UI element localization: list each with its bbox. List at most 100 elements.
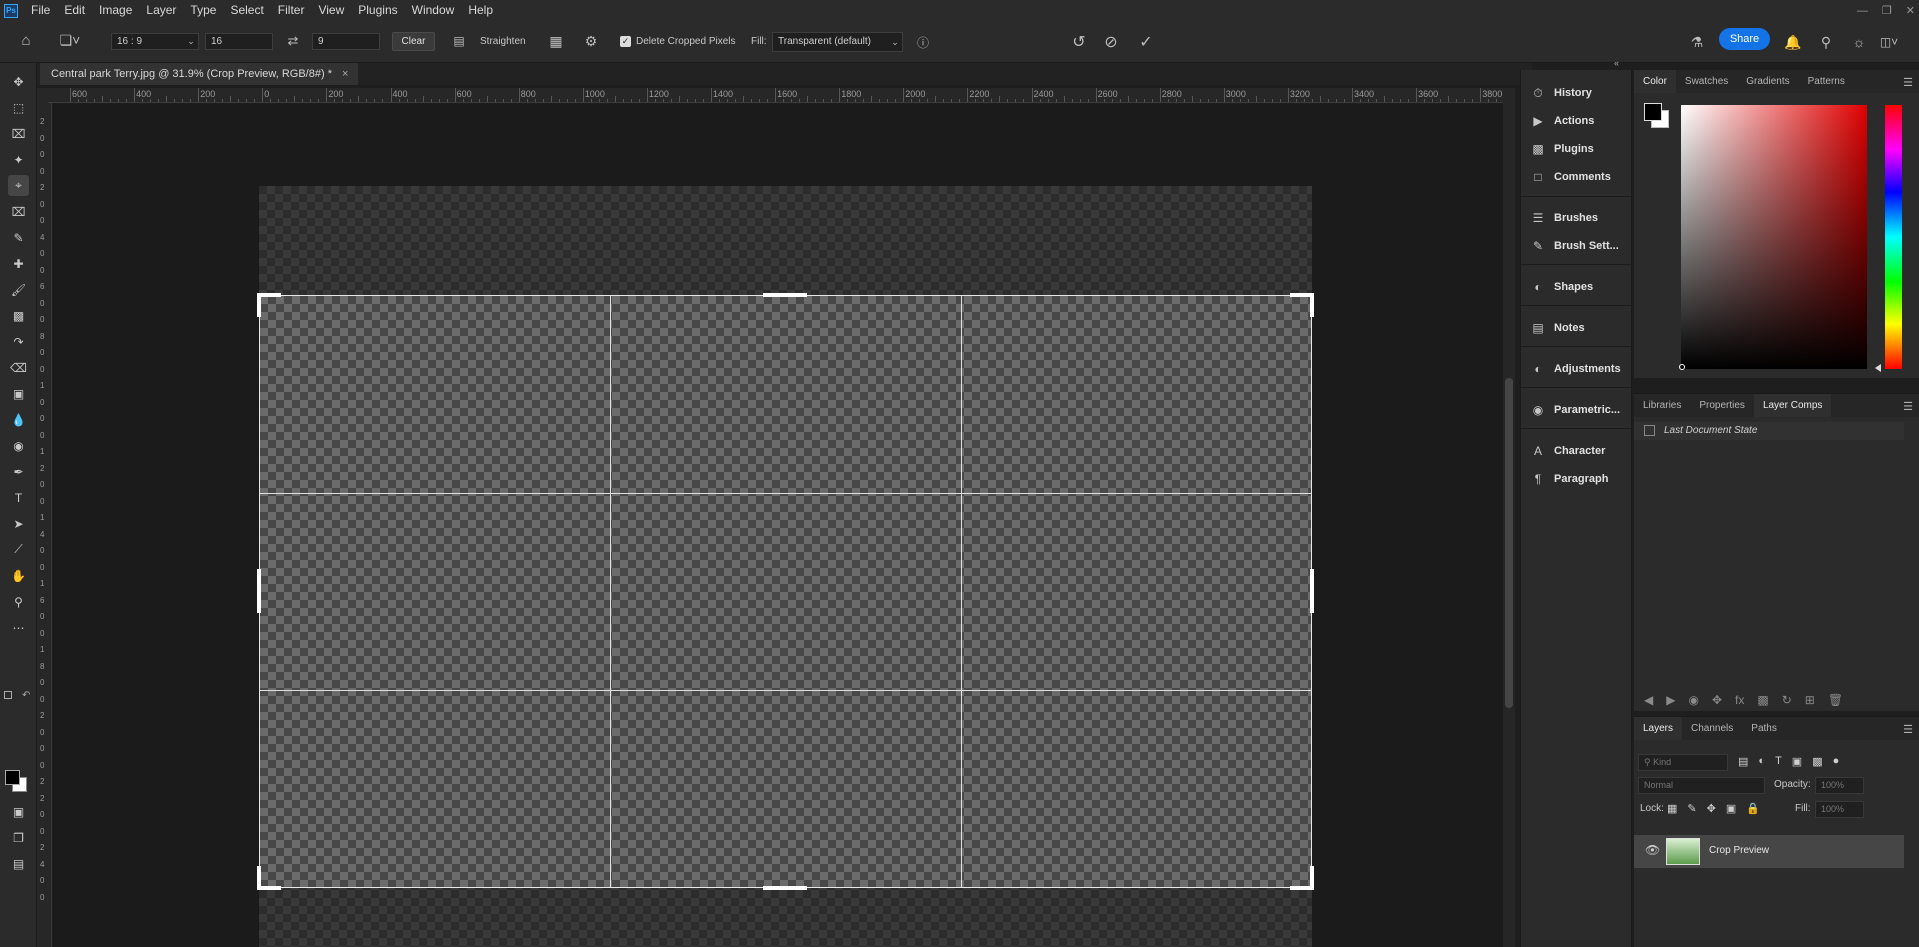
filter-toggle-icon[interactable]: ● — [1833, 755, 1840, 768]
close-window-icon[interactable]: ✕ — [1906, 4, 1915, 17]
dock-adjustments[interactable]: ◐ Adjustments — [1521, 357, 1631, 381]
path-selection-tool-icon[interactable]: ➤ — [8, 513, 29, 534]
crop-handle-left[interactable] — [257, 569, 261, 613]
pixel-filter-icon[interactable]: ▤ — [1738, 755, 1748, 768]
restore-icon[interactable]: ❐ — [1882, 4, 1892, 17]
tab-swatches[interactable]: Swatches — [1676, 70, 1737, 93]
adjustment-filter-icon[interactable]: ◐ — [1758, 755, 1765, 768]
discover-lightbulb-icon[interactable]: ☼ — [1848, 31, 1870, 53]
scrollbar-thumb[interactable] — [1505, 378, 1513, 708]
edit-toolbar-icon[interactable]: ▤ — [8, 853, 29, 874]
swap-colors-icon[interactable]: ↶ — [22, 690, 30, 701]
dock-paragraph[interactable]: ¶ Paragraph — [1521, 467, 1631, 491]
crop-handle-bottom-right[interactable] — [1310, 866, 1314, 890]
tab-color[interactable]: Color — [1634, 70, 1676, 93]
previous-comp-icon[interactable]: ◀ — [1644, 693, 1653, 707]
shape-filter-icon[interactable]: ▣ — [1792, 755, 1802, 768]
blend-mode-select[interactable]: Normal — [1638, 777, 1765, 794]
straighten-label[interactable]: Straighten — [480, 36, 526, 47]
menu-plugins[interactable]: Plugins — [351, 0, 404, 21]
brush-tool-icon[interactable]: 🖌 — [8, 279, 29, 300]
crop-tool-preset-icon[interactable]: ❏˅ — [58, 30, 82, 50]
commit-crop-icon[interactable]: ✓ — [1135, 31, 1157, 53]
pen-tool-icon[interactable]: ✒ — [8, 461, 29, 482]
crop-width-input[interactable] — [205, 33, 273, 50]
color-picker-cursor[interactable] — [1679, 364, 1685, 370]
collapse-panels-icon[interactable]: « — [1614, 58, 1619, 68]
dock-shapes[interactable]: ◐ Shapes — [1521, 275, 1631, 299]
dock-notes[interactable]: ▤ Notes — [1521, 316, 1631, 340]
dock-comments[interactable]: □ Comments — [1521, 165, 1631, 189]
layer-kind-filter[interactable]: ⚲ Kind — [1638, 754, 1728, 771]
magic-wand-tool-icon[interactable]: ✦ — [8, 149, 29, 170]
menu-filter[interactable]: Filter — [271, 0, 312, 21]
hue-slider-marker[interactable] — [1875, 364, 1881, 372]
delete-comp-icon[interactable]: 🗑 — [1828, 693, 1843, 707]
menu-select[interactable]: Select — [223, 0, 270, 21]
menu-edit[interactable]: Edit — [57, 0, 92, 21]
reset-crop-icon[interactable]: ↺ — [1068, 31, 1090, 53]
eyedropper-tool-icon[interactable]: ✎ — [8, 227, 29, 248]
menu-help[interactable]: Help — [461, 0, 500, 21]
crop-handle-top-left[interactable] — [257, 293, 261, 317]
new-comp-icon[interactable]: ⊞ — [1805, 693, 1815, 707]
gradient-tool-icon[interactable]: ▣ — [8, 383, 29, 404]
dock-brush-settings[interactable]: ✎ Brush Sett... — [1521, 234, 1631, 258]
home-icon[interactable]: ⌂ — [16, 30, 36, 50]
layer-name[interactable]: Crop Preview — [1709, 845, 1769, 856]
foreground-color-swatch[interactable] — [1644, 103, 1662, 121]
fill-select[interactable]: Transparent (default) — [772, 32, 903, 52]
dock-history[interactable]: ⏱ History — [1521, 81, 1631, 105]
clear-button[interactable]: Clear — [392, 32, 435, 51]
clone-stamp-tool-icon[interactable]: ▩ — [8, 305, 29, 326]
smart-filter-icon[interactable]: ▩ — [1812, 755, 1822, 768]
menu-layer[interactable]: Layer — [139, 0, 183, 21]
panel-menu-icon[interactable]: ☰ — [1903, 76, 1913, 89]
lock-artboard-icon[interactable]: ▣ — [1726, 802, 1736, 815]
lock-position-icon[interactable]: ✥ — [1707, 802, 1716, 815]
lock-all-icon[interactable]: 🔒 — [1746, 802, 1760, 815]
foreground-color-swatch[interactable] — [5, 770, 20, 785]
zoom-tool-icon[interactable]: ⚲ — [8, 591, 29, 612]
frame-tool-icon[interactable]: ⌧ — [8, 201, 29, 222]
search-icon[interactable]: ⚲ — [1815, 31, 1837, 53]
workspace-icon[interactable]: ◫˅ — [1878, 31, 1900, 53]
share-button[interactable]: Share — [1719, 28, 1770, 50]
tab-paths[interactable]: Paths — [1742, 717, 1786, 740]
crop-box[interactable] — [259, 295, 1312, 888]
menu-window[interactable]: Window — [405, 0, 462, 21]
tab-gradients[interactable]: Gradients — [1737, 70, 1798, 93]
type-tool-icon[interactable]: T — [8, 487, 29, 508]
crop-height-input[interactable] — [312, 33, 380, 50]
quick-mask-icon[interactable]: ▣ — [8, 801, 29, 822]
lasso-tool-icon[interactable]: ⌧ — [8, 123, 29, 144]
document-tab[interactable]: Central park Terry.jpg @ 31.9% (Crop Pre… — [40, 63, 359, 85]
menu-image[interactable]: Image — [92, 0, 139, 21]
type-filter-icon[interactable]: T — [1775, 755, 1782, 768]
cancel-crop-icon[interactable]: ⊘ — [1100, 31, 1122, 53]
crop-handle-bottom-left[interactable] — [257, 866, 261, 890]
crop-tool-icon[interactable]: ⌖ — [8, 175, 29, 196]
layer-comp-row[interactable]: Last Document State — [1634, 422, 1904, 440]
dock-brushes[interactable]: ☰ Brushes — [1521, 206, 1631, 230]
opacity-input[interactable]: 100% — [1815, 777, 1864, 794]
smart-object-comp-icon[interactable]: ▩ — [1757, 693, 1768, 707]
menu-type[interactable]: Type — [183, 0, 223, 21]
dock-character[interactable]: A Character — [1521, 439, 1631, 463]
default-colors-icon[interactable] — [4, 691, 12, 699]
info-icon[interactable]: ⓘ — [914, 33, 932, 51]
visibility-eye-icon[interactable]: 👁 — [1645, 843, 1660, 857]
eraser-tool-icon[interactable]: ⌫ — [8, 357, 29, 378]
crop-handle-bottom[interactable] — [763, 886, 807, 890]
hand-tool-icon[interactable]: ✋ — [8, 565, 29, 586]
lock-transparency-icon[interactable]: ▦ — [1667, 802, 1677, 815]
labs-flask-icon[interactable]: ⚗ — [1686, 31, 1708, 53]
overlay-grid-icon[interactable]: ▦ — [546, 32, 566, 50]
lock-pixels-icon[interactable]: ✎ — [1687, 802, 1696, 815]
straighten-icon[interactable]: ▤ — [449, 32, 469, 50]
dodge-tool-icon[interactable]: ◉ — [8, 435, 29, 456]
close-tab-icon[interactable]: × — [342, 68, 348, 80]
delete-cropped-label[interactable]: Delete Cropped Pixels — [636, 36, 736, 47]
screen-mode-icon[interactable]: ❐ — [8, 827, 29, 848]
dock-actions[interactable]: ▶ Actions — [1521, 109, 1631, 133]
